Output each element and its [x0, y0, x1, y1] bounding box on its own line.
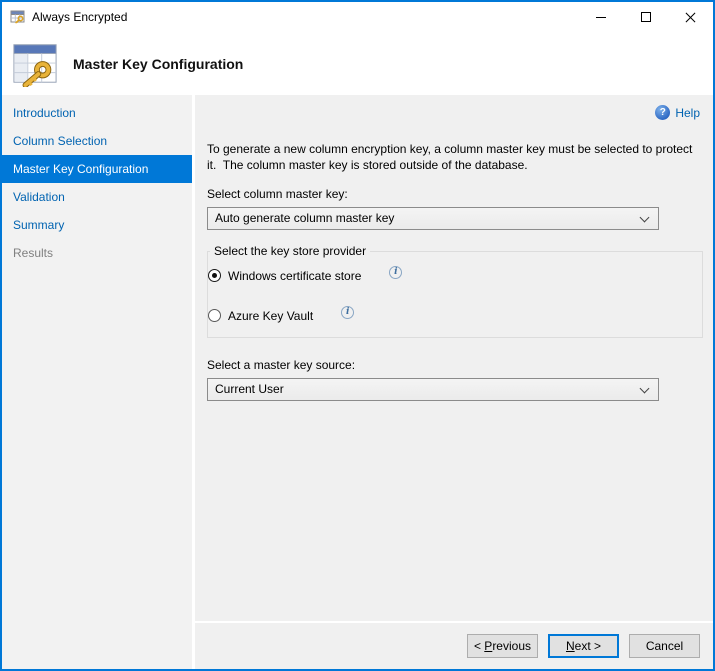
maximize-icon [641, 12, 651, 22]
page-title: Master Key Configuration [73, 56, 243, 72]
info-icon[interactable]: i [389, 266, 402, 279]
chevron-down-icon [640, 384, 650, 394]
main-content: ? Help To generate a new column encryptio… [195, 95, 713, 669]
radio-unselected-icon[interactable] [208, 309, 221, 322]
minimize-icon [596, 17, 606, 18]
column-master-key-combobox[interactable]: Auto generate column master key [207, 207, 659, 230]
sidebar-item-summary[interactable]: Summary [2, 211, 192, 239]
help-row: ? Help [195, 95, 713, 121]
column-master-key-label: Select column master key: [207, 187, 701, 201]
help-icon: ? [655, 105, 670, 120]
sidebar-item-validation[interactable]: Validation [2, 183, 192, 211]
help-link[interactable]: ? Help [655, 105, 700, 120]
wizard-header: Master Key Configuration [2, 32, 713, 95]
previous-button[interactable]: < Previous [467, 634, 538, 658]
next-button[interactable]: Next > [548, 634, 619, 658]
radio-option-windows-certificate-store[interactable]: Windows certificate store i [208, 268, 692, 283]
sidebar-item-introduction[interactable]: Introduction [2, 99, 192, 127]
wizard-steps-sidebar: Introduction Column Selection Master Key… [2, 95, 192, 669]
table-key-icon [12, 41, 58, 87]
master-key-source-label: Select a master key source: [207, 358, 701, 372]
title-bar: Always Encrypted [2, 2, 713, 32]
minimize-button[interactable] [578, 2, 623, 32]
master-key-source-combobox[interactable]: Current User [207, 378, 659, 401]
sidebar-item-master-key-configuration[interactable]: Master Key Configuration [2, 155, 192, 183]
wizard-body: Introduction Column Selection Master Key… [2, 95, 713, 669]
info-icon[interactable]: i [341, 306, 354, 319]
close-icon [684, 11, 697, 24]
intro-text: To generate a new column encryption key,… [207, 141, 701, 173]
radio-option-azure-key-vault[interactable]: Azure Key Vault i [208, 308, 692, 323]
chevron-down-icon [640, 213, 650, 223]
window-title: Always Encrypted [32, 10, 127, 24]
maximize-button[interactable] [623, 2, 668, 32]
sidebar-item-column-selection[interactable]: Column Selection [2, 127, 192, 155]
always-encrypted-wizard-window: Always Encrypted Master Key Configuratio… [0, 0, 715, 671]
radio-label: Azure Key Vault [228, 309, 313, 323]
master-key-source-value: Current User [215, 382, 284, 396]
help-link-label: Help [675, 106, 700, 120]
column-master-key-value: Auto generate column master key [215, 211, 394, 225]
radio-selected-icon[interactable] [208, 269, 221, 282]
app-table-key-icon [10, 9, 26, 25]
sidebar-item-results: Results [2, 239, 192, 267]
button-bar: < Previous Next > Cancel [195, 621, 713, 669]
key-store-provider-groupbox: Select the key store provider Windows ce… [207, 244, 703, 338]
close-button[interactable] [668, 2, 713, 32]
key-store-provider-title: Select the key store provider [210, 244, 370, 258]
radio-label: Windows certificate store [228, 269, 361, 283]
window-controls [578, 2, 713, 32]
cancel-button[interactable]: Cancel [629, 634, 700, 658]
